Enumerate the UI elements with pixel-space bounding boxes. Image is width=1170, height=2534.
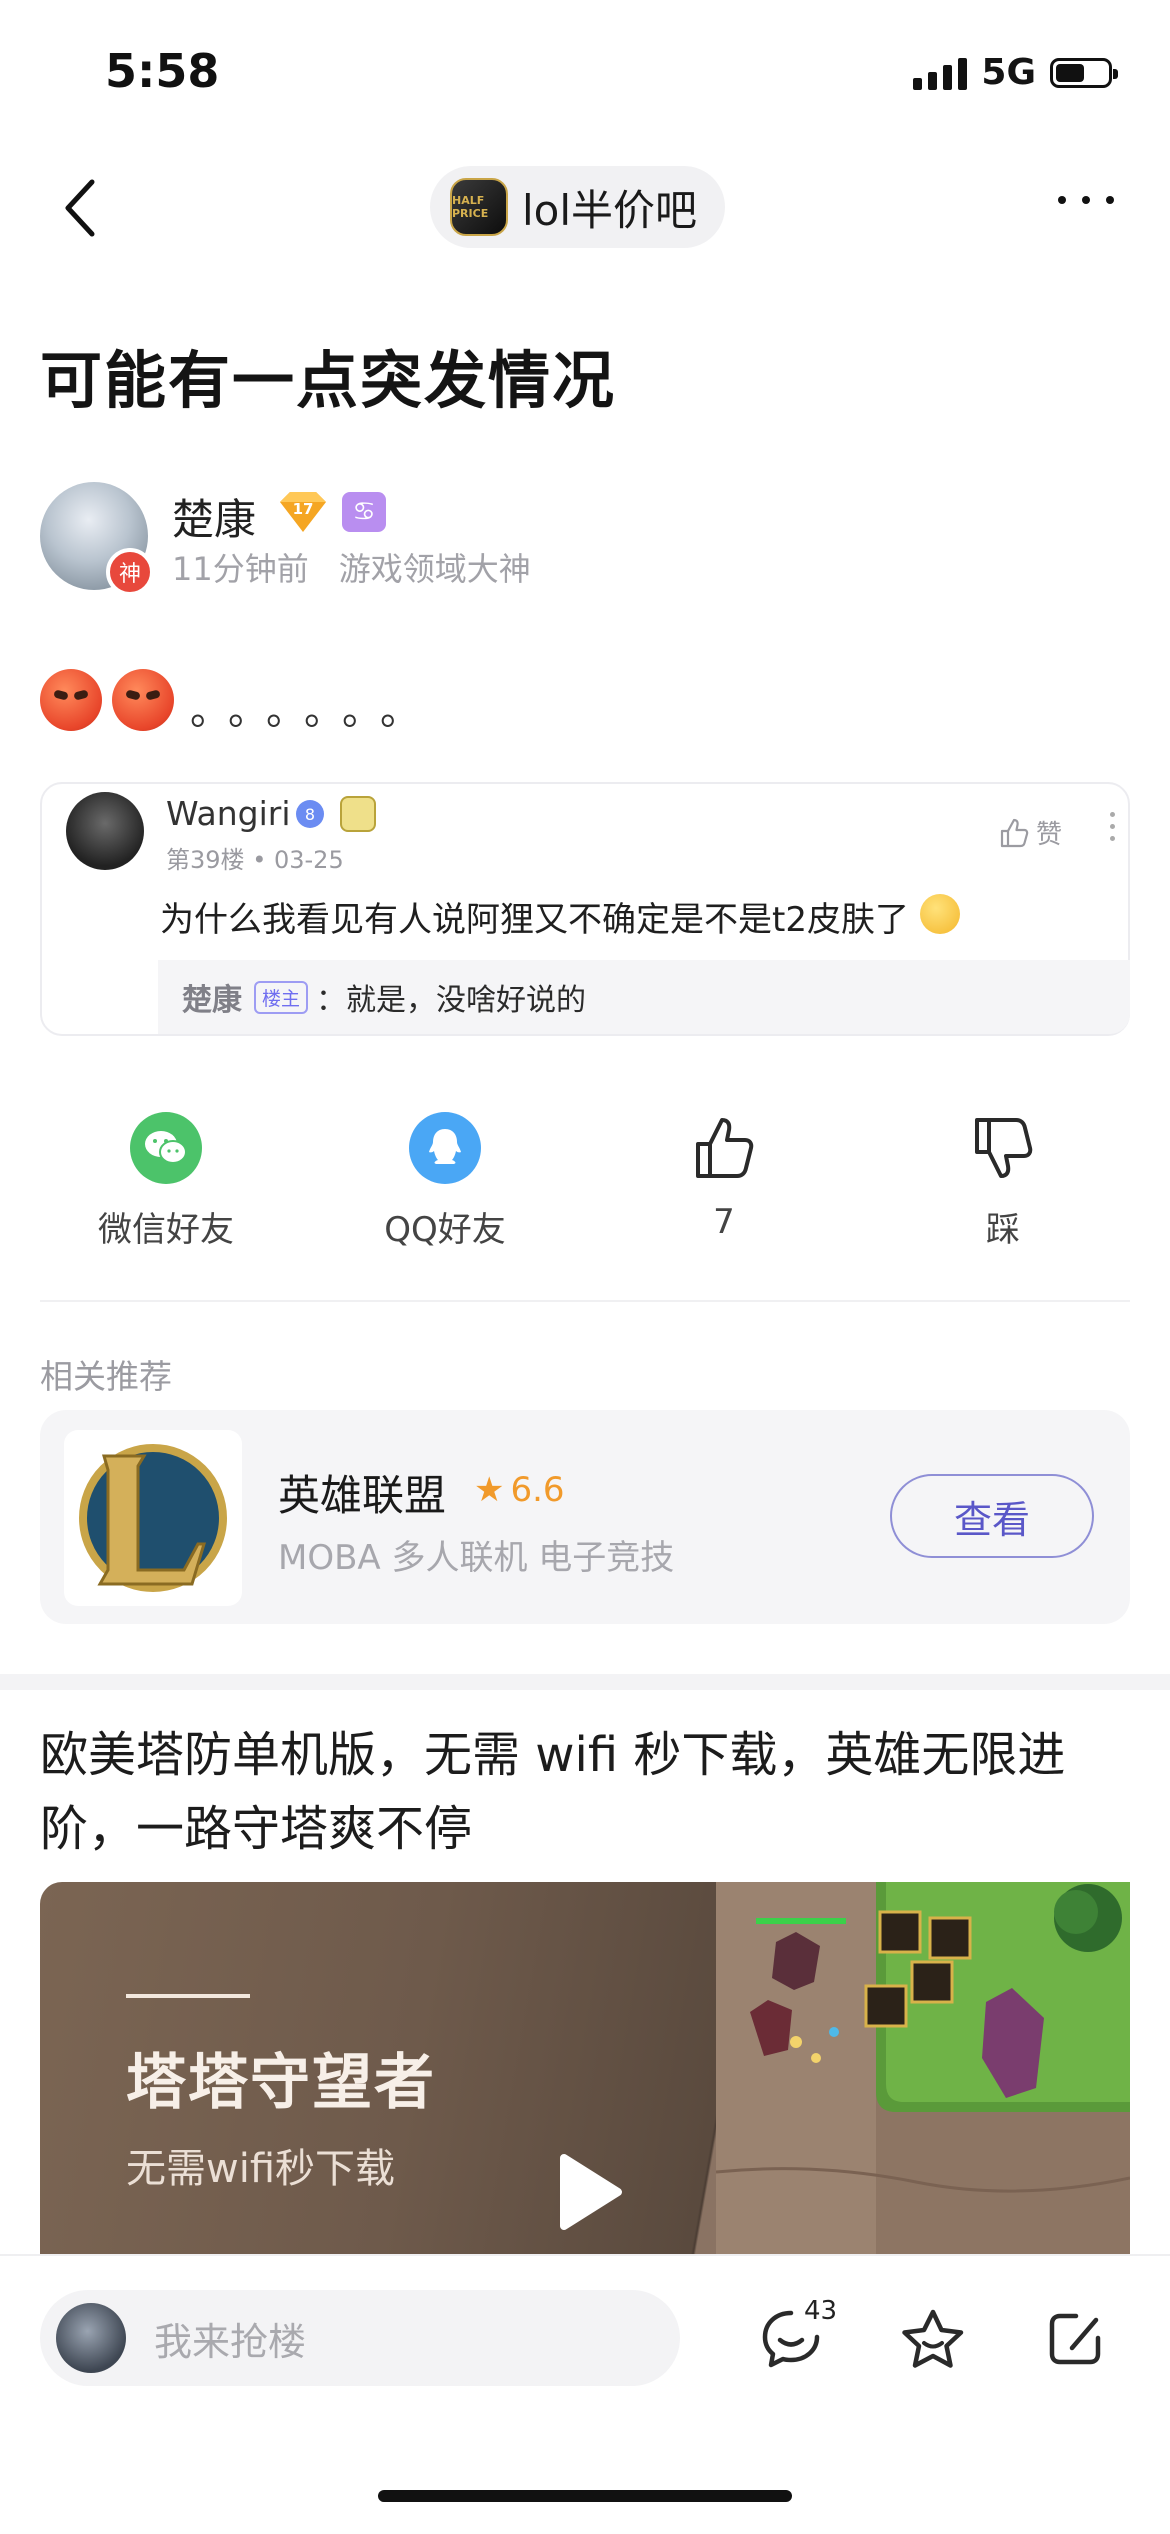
author-tag: 游戏领域大神 — [338, 550, 531, 588]
status-time: 5:58 — [105, 44, 220, 98]
share-label: 微信好友 — [98, 1210, 234, 1250]
share-wechat-button[interactable]: 微信好友 — [66, 1112, 266, 1251]
like-label: 赞 — [1036, 820, 1063, 850]
thumbs-up-icon — [696, 1118, 754, 1178]
angry-emoji-icon — [40, 669, 102, 731]
comment-more-icon[interactable] — [1110, 812, 1115, 841]
op-tag: 楼主 — [254, 980, 309, 1014]
divider — [40, 1300, 1130, 1302]
network-type: 5G — [981, 52, 1036, 93]
favorite-button[interactable] — [894, 2300, 972, 2378]
home-indicator — [378, 2490, 792, 2502]
my-avatar — [56, 2303, 126, 2373]
league-of-legends-logo — [64, 1430, 242, 1606]
comment-date: 03-25 — [273, 846, 344, 874]
reply-separator: ： — [316, 983, 347, 1018]
dislike-label: 踩 — [986, 1210, 1020, 1250]
user-level-badge: 8 — [296, 800, 324, 828]
more-icon[interactable] — [1058, 196, 1114, 204]
battery-icon — [1050, 57, 1118, 88]
section-divider — [0, 1674, 1170, 1690]
app-tags: MOBA 多人联机 电子竞技 — [278, 1538, 675, 1578]
signal-icon — [913, 56, 968, 90]
like-post-button[interactable]: 7 — [624, 1112, 824, 1242]
comment-floor: 第39楼 — [166, 846, 245, 874]
game-scene-image — [716, 1882, 1130, 2254]
thumbs-down-icon — [975, 1118, 1033, 1178]
forum-pill[interactable]: HALF PRICE lol半价吧 — [430, 166, 726, 248]
post-time: 11分钟前 — [172, 550, 309, 588]
post-meta: 11分钟前 游戏领域大神 — [172, 544, 531, 590]
star-icon: ★ — [474, 1470, 505, 1510]
share-label: QQ好友 — [384, 1210, 506, 1250]
thumbs-up-icon — [1000, 818, 1029, 847]
ad-game-subtitle: 无需wifi秒下载 — [126, 2146, 396, 2192]
comment-count: 43 — [804, 2296, 838, 2326]
comment-like-button[interactable]: 赞 — [998, 814, 1062, 851]
forum-name: lol半价吧 — [522, 185, 698, 235]
recommend-heading: 相关推荐 — [40, 1357, 172, 1396]
view-app-button[interactable]: 查看 — [890, 1474, 1094, 1558]
comment-input[interactable]: 我来抢楼 — [40, 2290, 680, 2386]
share-button[interactable] — [1036, 2300, 1114, 2378]
back-icon[interactable] — [62, 178, 102, 238]
comment-placeholder: 我来抢楼 — [154, 2319, 307, 2364]
reply-text: 就是，没啥好说的 — [346, 983, 587, 1018]
qq-icon — [409, 1112, 481, 1184]
level-badge-icon: 17 — [280, 492, 326, 532]
app-name: 英雄联盟 — [278, 1471, 447, 1520]
status-indicators: 5G — [913, 52, 1118, 93]
ad-text[interactable]: 欧美塔防单机版，无需 wifi 秒下载，英雄无限进阶，一路守塔爽不停 — [40, 1718, 1140, 1866]
app-rating: ★ 6.6 — [474, 1470, 565, 1510]
play-icon[interactable] — [554, 2152, 624, 2232]
zodiac-badge: ♋ — [342, 492, 386, 532]
thinking-emoji-icon — [920, 894, 960, 934]
level-number: 17 — [293, 500, 314, 518]
comment-username[interactable]: Wangiri — [166, 794, 291, 833]
comment-meta: 第39楼 • 03-25 — [166, 846, 344, 874]
comment-text: 为什么我看见有人说阿狸又不确定是不是t2皮肤了 — [160, 900, 909, 940]
comment-avatar[interactable] — [66, 792, 144, 870]
star-icon — [902, 2309, 964, 2368]
like-count: 7 — [713, 1202, 735, 1242]
share-icon — [1049, 2313, 1101, 2365]
dislike-post-button[interactable]: 踩 — [903, 1112, 1103, 1251]
post-title: 可能有一点突发情况 — [40, 344, 617, 417]
ad-game-title: 塔塔守望者 — [126, 2048, 436, 2118]
angry-emoji-icon — [112, 669, 174, 731]
comment-reply[interactable]: 楚康 楼主 ： 就是，没啥好说的 — [158, 960, 1130, 1034]
forum-logo: HALF PRICE — [450, 178, 508, 236]
avatar-badge: 神 — [106, 548, 154, 596]
post-body: 。。。。。。 — [40, 664, 438, 736]
reply-author[interactable]: 楚康 — [182, 975, 242, 1019]
rating-value: 6.6 — [510, 1470, 565, 1510]
share-qq-button[interactable]: QQ好友 — [345, 1112, 545, 1251]
gold-badge-icon — [340, 796, 376, 832]
wechat-icon — [130, 1112, 202, 1184]
author-name[interactable]: 楚康 — [172, 486, 256, 547]
body-text: 。。。。。。 — [190, 688, 438, 734]
ad-decor-line — [126, 1994, 250, 1998]
